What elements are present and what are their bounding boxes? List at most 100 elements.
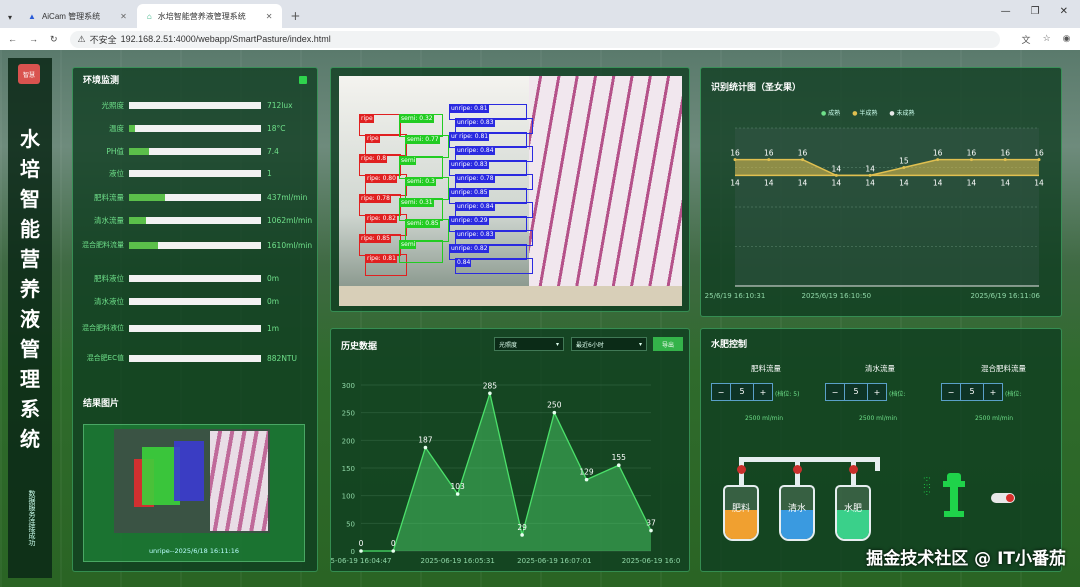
detection-box: ripe: 0.78 [359,194,401,216]
valve-icon[interactable] [849,465,858,474]
new-tab-button[interactable]: + [290,4,300,28]
tab-menu-icon[interactable]: ▾ [8,13,12,22]
env-bar [129,169,261,177]
translate-icon[interactable]: 文 [1022,33,1031,46]
history-data-label: 155 [612,453,627,462]
increment-button[interactable]: + [868,388,886,397]
fertilizer-control-panel: 水肥控制 肥料流量 −5 + (档位: 5) 2500 ml/min 清水流量 −5 + (档位… [700,328,1062,572]
detection-box: semi [399,156,443,179]
url-field[interactable]: ⚠ 不安全 192.168.2.51:4000/webapp/SmartPast… [69,30,1000,48]
fruit-image-caption: unripe--2025/6/18 16:11:16 [148,547,240,555]
x-tick-label: 2025/6/19 16:11:06 [970,292,1040,300]
history-data-label: 285 [483,381,498,390]
env-bar-fill [129,147,149,155]
connection-status: 数据服务连接成功 [28,490,36,546]
env-bar-fill [129,324,261,332]
history-point [584,477,589,482]
tank-label: 肥料 [731,504,750,514]
pump-toggle[interactable] [991,493,1015,503]
increment-button[interactable]: + [754,388,772,397]
env-bar-fill [129,101,261,109]
flow-stepper[interactable]: −5 + [711,383,773,401]
x-tick-label: 5-06-19 16:04:47 [331,557,391,565]
env-label: 光照度 [101,100,125,110]
restore-icon[interactable]: ❐ [1031,6,1040,17]
detection-box: semi: 0.85 [405,219,449,242]
ripe-data-label: 16 [967,149,977,158]
x-tick-label: 2025/6/19 16:10:50 [802,292,872,300]
tank-liquid [837,510,869,539]
pipe [875,457,880,471]
tab-hydroponics[interactable]: ⌂ 水培智能营养液管理系统 ✕ [136,4,283,28]
gear-level-text: (档位: [1005,391,1022,398]
detection-box: semi: 0.77 [405,135,449,158]
minimize-icon[interactable]: — [1001,6,1011,17]
y-tick-label: 250 [342,410,355,418]
sidebar: 智慧 水培智能营养液管理系统 数据服务连接成功 [8,58,52,578]
stepper-value[interactable]: 5 [960,384,984,400]
env-label: 温度 [109,123,124,133]
history-point [423,445,428,450]
decrement-button[interactable]: − [942,388,960,397]
detection-box: ripe: 0.8 [359,154,401,176]
pipe [739,457,879,462]
detection-box: semi: 0.31 [399,198,443,221]
ripe-data-label: 16 [730,149,740,158]
tank-liquid [725,510,757,539]
watermark: 掘金技术社区 @ IT小番茄 [866,549,1066,569]
decrement-button[interactable]: − [712,388,730,397]
profile-icon[interactable]: ◉ [1063,33,1071,46]
env-label: PH值 [106,146,124,156]
env-bar-fill [129,241,159,249]
forward-icon[interactable]: → [29,34,38,44]
semi-data-label: 14 [730,178,740,187]
stepper-value[interactable]: 5 [844,384,868,400]
history-data-label: 129 [579,468,594,477]
stepper-value[interactable]: 5 [730,384,754,400]
env-value: 1 [267,168,272,178]
flow-label: 混合肥料流量 [981,364,1026,373]
recognition-chart-panel: 识别统计图（圣女果） ● 成熟 ● 半成熟 ● 未成熟 16 16 16 14 14 15… [700,67,1062,317]
history-point [552,410,557,415]
flow-rate-text: 2500 ml/min [859,415,898,422]
close-window-icon[interactable]: ✕ [1060,6,1068,17]
logo: 智慧 [18,64,40,84]
semi-data-label: 14 [798,178,808,187]
env-value: 712lux [267,100,293,110]
y-tick-label: 0 [351,548,355,556]
env-bar [129,297,261,305]
app-title: 水培智能营养液管理系统 [20,127,40,451]
env-bar [129,274,261,282]
reload-icon[interactable]: ↻ [50,34,58,45]
gear-level-text: (档位: [889,391,906,398]
decrement-button[interactable]: − [826,388,844,397]
env-title: 环境监测 [83,76,120,86]
valve-icon[interactable] [793,465,802,474]
env-row: 混合肥EC值 882NTU [73,351,319,365]
ripe-point [1003,158,1007,162]
ripe-data-label: 16 [798,149,808,158]
history-area [361,393,651,551]
flow-stepper[interactable]: −5 + [825,383,887,401]
env-value: 0m [267,273,280,283]
flow-stepper[interactable]: −5 + [941,383,1003,401]
recognition-chart: 16 16 16 14 14 15 16 16 16 16 14 14 14 14 14 14 14 14 14 14… [705,127,1044,300]
flow-rate-text: 2500 ml/min [975,415,1014,422]
close-tab-icon[interactable]: ✕ [120,12,127,21]
back-icon[interactable]: ← [8,34,17,44]
ripe-point [902,166,906,169]
tank-1: 清水 [779,485,815,541]
camera-frame[interactable]: ripe ripe ripe: 0.8 ripe: 0.80 ripe: 0.78 rip… [339,76,682,306]
tab-aicam[interactable]: ▲ AiCam 管理系统 ✕ [18,4,137,28]
semi-data-label: 14 [832,178,842,187]
close-tab-icon[interactable]: ✕ [266,12,273,21]
env-label: 混合肥EC值 [86,354,124,362]
history-data-label: 29 [517,523,527,532]
bookmark-star-icon[interactable]: ☆ [1043,33,1051,46]
tank-liquid [781,510,813,539]
valve-icon[interactable] [737,465,746,474]
flow-rate-text: 2500 ml/min [745,415,784,422]
control-title: 水肥控制 [711,340,748,350]
increment-button[interactable]: + [984,388,1002,397]
semi-data-label: 14 [1034,178,1044,187]
